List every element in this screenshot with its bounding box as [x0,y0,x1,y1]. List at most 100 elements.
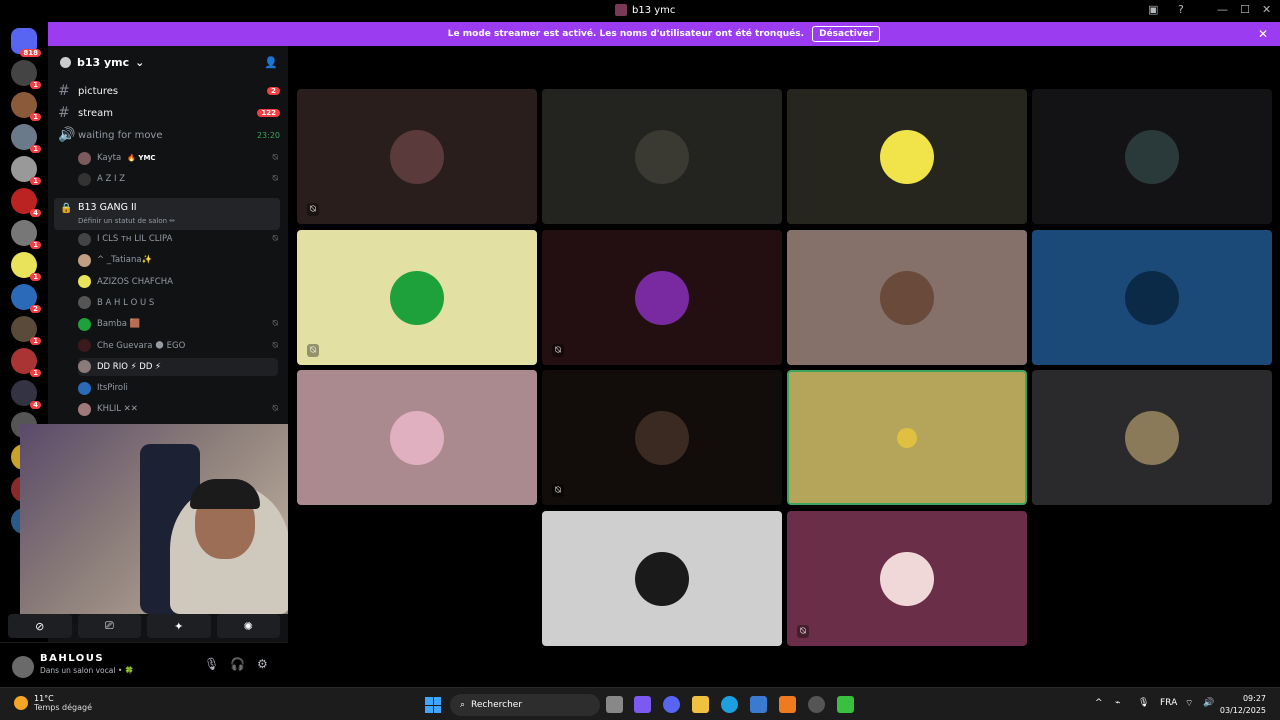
participant-avatar [880,130,934,184]
avatar[interactable] [12,656,34,678]
voice-user[interactable]: DD RIO ⚡ DD ⚡ [78,357,278,376]
windows-start-icon[interactable] [425,697,441,713]
channel-status[interactable]: Définir un statut de salon ✏ [78,217,175,225]
soundboard-icon[interactable]: ✺ [216,614,280,638]
participant-avatar [390,271,444,325]
participant-avatar [1125,271,1179,325]
network-icon[interactable]: ⌁ [1115,698,1120,708]
taskbar-search[interactable]: ⌕ Rechercher [450,694,600,716]
avatar [78,275,91,289]
voice-user[interactable]: AZIZOS CHAFCHA [78,273,278,291]
camera-off-icon[interactable]: ⊘ [8,614,72,638]
participant-avatar [390,411,444,465]
weather-widget[interactable]: 11°C Temps dégagé [14,694,92,712]
mention-badge: 1 [30,145,41,153]
participant-tile[interactable]: ⍉ [787,511,1027,646]
server-icon[interactable]: 1 [11,220,41,249]
chevron-up-icon[interactable]: ^ [1095,698,1103,708]
voice-user[interactable]: B A H L O U S [78,294,278,312]
server-icon[interactable]: 4 [11,188,41,217]
mention-badge: 4 [30,401,41,409]
screen-share-icon[interactable]: ⎚ [77,614,141,638]
voice-user[interactable]: ^ _Tatiana✨ [78,251,278,269]
channel-stream[interactable]: # stream 122 [58,104,280,122]
mention-badge: 1 [30,113,41,121]
mention-badge: 1 [30,177,41,185]
minimize-button[interactable]: — [1217,3,1228,16]
banner-close-icon[interactable]: ✕ [1258,27,1268,41]
clock[interactable]: 09:27 03/12/2025 [1220,693,1266,717]
participant-tile[interactable] [1032,230,1272,365]
server-icon[interactable]: 1 [11,60,41,89]
voice-user[interactable]: Bamba 🟫 ⍉ [78,315,278,333]
windows-taskbar: 11°C Temps dégagé ⌕ Rechercher ^ ⌁ 🎙 FRA… [0,687,1280,720]
channel-label: pictures [78,85,119,97]
voice-user[interactable]: Che Guevara 🌑 EGO ⍉ [78,337,278,355]
app-icon[interactable] [837,696,854,713]
mention-badge: 1 [30,273,41,281]
activities-icon[interactable]: ✦ [147,614,211,638]
channel-pictures[interactable]: # pictures 2 [58,82,280,100]
disable-streamer-button[interactable]: Désactiver [812,26,881,42]
maximize-button[interactable]: ☐ [1240,3,1250,16]
file-explorer-icon[interactable] [692,696,709,713]
participant-tile[interactable]: ⍉ [542,230,782,365]
language-indicator[interactable]: FRA [1160,698,1177,708]
participant-avatar [1125,411,1179,465]
voice-user[interactable]: A Z I Z ⍉ [78,170,278,188]
participant-tile[interactable] [1032,89,1272,224]
participant-tile[interactable] [787,89,1027,224]
server-icon[interactable]: 1 [11,348,41,377]
server-icon[interactable]: 4 [11,380,41,409]
server-icon[interactable]: 1 [11,252,41,281]
voice-user[interactable]: ItsPiroli [78,379,278,397]
discord-home-icon[interactable]: 818 [11,28,41,57]
participant-tile[interactable]: ⍉ [297,230,537,365]
participant-tile[interactable] [542,89,782,224]
participant-tile[interactable] [297,370,537,505]
close-window-button[interactable]: ✕ [1262,3,1271,16]
participant-tile[interactable] [787,370,1027,505]
voice-user-name: DD RIO ⚡ DD ⚡ [97,361,162,372]
edge-icon[interactable] [721,696,738,713]
voice-user[interactable]: I CLS ᴛʜ LIL CLIPA ⍉ [78,230,278,248]
voice-timer: 23:20 [256,130,280,140]
store-icon[interactable] [750,696,767,713]
server-icon[interactable]: 1 [11,316,41,345]
inbox-icon[interactable]: ▣ [1148,3,1158,16]
discord-icon[interactable] [663,696,680,713]
server-icon[interactable]: 2 [11,284,41,313]
participant-avatar [635,271,689,325]
mention-badge: 1 [30,241,41,249]
task-view-icon[interactable] [606,696,623,713]
voice-channel-waiting[interactable]: 🔊 waiting for move 23:20 [58,126,280,144]
app-icon[interactable] [779,696,796,713]
headphones-icon[interactable]: 🎧 [230,657,245,671]
participant-tile[interactable] [787,230,1027,365]
copilot-icon[interactable] [634,696,651,713]
microphone-icon[interactable]: 🎙 [204,657,219,671]
server-icon[interactable]: 1 [11,124,41,153]
voice-user[interactable]: KHLIL ✕✕ ⍉ [78,400,278,418]
microphone-tray-icon[interactable]: 🎙 [1138,698,1149,708]
channel-label: B13 GANG II [78,202,137,213]
help-icon[interactable]: ? [1178,3,1184,16]
volume-icon[interactable]: 🔊 [1203,698,1214,708]
participant-tile[interactable] [1032,370,1272,505]
server-icon[interactable]: 1 [11,92,41,121]
voice-user[interactable]: Kayta 🔥 YMC ⍉ [78,149,278,167]
unread-badge: 2 [267,87,280,95]
participant-avatar [635,552,689,606]
settings-gear-icon[interactable]: ⚙ [257,657,268,671]
avatar [78,360,91,374]
server-name-dropdown[interactable]: b13 ymc ⌄ [60,56,144,69]
invite-icon[interactable]: 👤 [264,56,278,69]
voice-channel-active[interactable]: 🔒 B13 GANG II Définir un statut de salon… [54,198,280,230]
participant-tile[interactable] [542,511,782,646]
mic-muted-icon: ⍉ [307,203,319,216]
participant-tile[interactable]: ⍉ [542,370,782,505]
server-icon[interactable]: 1 [11,156,41,185]
participant-tile[interactable]: ⍉ [297,89,537,224]
app-icon[interactable] [808,696,825,713]
wifi-icon[interactable]: ⌔ [1185,698,1193,709]
